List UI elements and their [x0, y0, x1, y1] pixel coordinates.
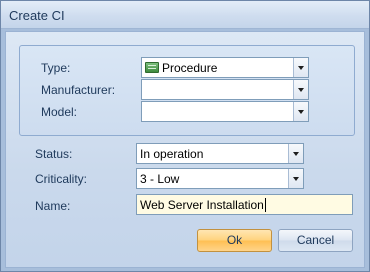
manufacturer-dropdown-arrow[interactable]: [293, 80, 308, 99]
cancel-button[interactable]: Cancel: [278, 229, 353, 252]
name-value: Web Server Installation: [140, 198, 264, 212]
status-value: In operation: [140, 147, 204, 161]
dialog-title: Create CI: [9, 8, 65, 23]
criticality-value: 3 - Low: [140, 172, 180, 186]
manufacturer-dropdown[interactable]: [141, 79, 309, 100]
title-bar[interactable]: Create CI: [1, 1, 369, 29]
type-dropdown[interactable]: Procedure: [141, 57, 309, 78]
criticality-dropdown-arrow[interactable]: [288, 169, 303, 188]
classification-group: Type: Procedure Manufacturer: Model:: [19, 45, 355, 136]
model-label: Model:: [41, 105, 78, 119]
ok-button[interactable]: Ok: [197, 229, 272, 252]
criticality-dropdown[interactable]: 3 - Low: [136, 168, 304, 189]
type-dropdown-arrow[interactable]: [293, 58, 308, 77]
status-label: Status:: [35, 147, 73, 161]
chevron-down-icon: [298, 66, 304, 70]
create-ci-dialog: Create CI Type: Procedure Manufacturer: …: [0, 0, 370, 272]
model-dropdown-arrow[interactable]: [293, 102, 308, 121]
manufacturer-label: Manufacturer:: [41, 83, 116, 97]
model-dropdown[interactable]: [141, 101, 309, 122]
procedure-icon: [145, 62, 159, 73]
dialog-body: Type: Procedure Manufacturer: Model: Sta…: [5, 31, 365, 268]
chevron-down-icon: [293, 177, 299, 181]
chevron-down-icon: [298, 110, 304, 114]
name-label: Name:: [35, 199, 71, 213]
text-caret: [264, 198, 266, 212]
type-value: Procedure: [162, 61, 218, 75]
status-dropdown[interactable]: In operation: [136, 143, 304, 164]
name-input[interactable]: Web Server Installation: [136, 194, 353, 215]
criticality-label: Criticality:: [35, 172, 88, 186]
chevron-down-icon: [298, 88, 304, 92]
type-label: Type:: [41, 61, 71, 75]
status-dropdown-arrow[interactable]: [288, 144, 303, 163]
chevron-down-icon: [293, 152, 299, 156]
